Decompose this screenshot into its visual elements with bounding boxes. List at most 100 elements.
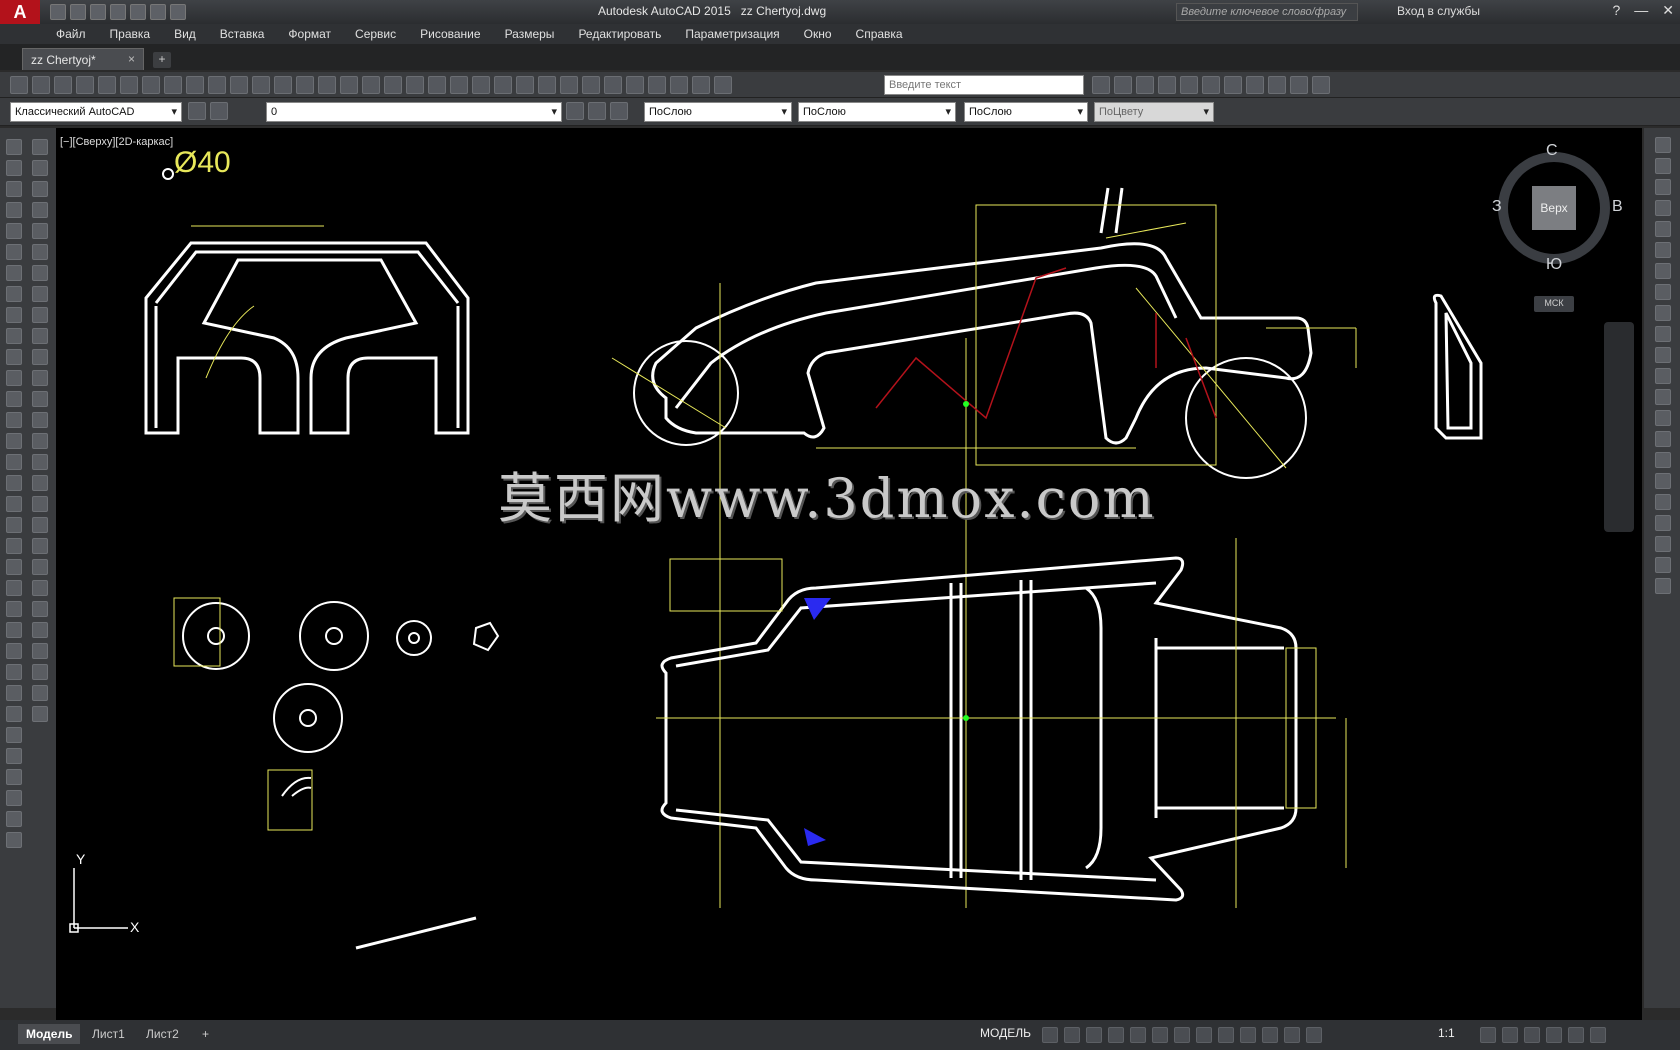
zoom-all-icon[interactable] bbox=[604, 76, 622, 94]
point-icon[interactable] bbox=[6, 391, 22, 407]
properties-icon[interactable] bbox=[406, 76, 424, 94]
offset-icon[interactable] bbox=[6, 580, 22, 596]
region-icon[interactable] bbox=[6, 454, 22, 470]
ungroup-icon[interactable] bbox=[32, 580, 48, 596]
trim-icon[interactable] bbox=[6, 706, 22, 722]
open-icon[interactable] bbox=[32, 76, 50, 94]
dim-jogged-icon[interactable] bbox=[1202, 76, 1220, 94]
save-icon[interactable] bbox=[54, 76, 72, 94]
close-window-icon[interactable]: ✕ bbox=[1662, 2, 1674, 19]
zoom-scale-icon[interactable] bbox=[648, 76, 666, 94]
dim-arc-length-icon[interactable] bbox=[1655, 179, 1671, 195]
splinedit-icon[interactable] bbox=[32, 685, 48, 701]
inspect-icon[interactable] bbox=[1655, 452, 1671, 468]
dim-ordinate-icon[interactable] bbox=[1655, 200, 1671, 216]
xref-icon[interactable] bbox=[32, 307, 48, 323]
explode-icon[interactable] bbox=[6, 832, 22, 848]
text-style-icon[interactable] bbox=[32, 181, 48, 197]
gradient-icon[interactable] bbox=[6, 433, 22, 449]
menu-view[interactable]: Вид bbox=[174, 27, 196, 41]
tab-model[interactable]: Модель bbox=[18, 1024, 81, 1044]
dim-diameter-icon[interactable] bbox=[1224, 76, 1242, 94]
annotation-visibility-icon[interactable] bbox=[1262, 1027, 1278, 1043]
new-file-icon[interactable] bbox=[50, 4, 66, 20]
spell-icon[interactable] bbox=[32, 496, 48, 512]
dim-baseline-icon[interactable] bbox=[1268, 76, 1286, 94]
hatchedit-icon[interactable] bbox=[32, 706, 48, 722]
redo-icon[interactable] bbox=[296, 76, 314, 94]
dim-linear-icon[interactable] bbox=[1092, 76, 1110, 94]
help-icon[interactable] bbox=[538, 76, 556, 94]
compass-south[interactable]: Ю bbox=[1546, 256, 1562, 274]
dim-angular-icon[interactable] bbox=[1246, 76, 1264, 94]
customization-icon[interactable] bbox=[1590, 1027, 1606, 1043]
workspace-settings-icon[interactable] bbox=[188, 102, 206, 120]
multiline-icon[interactable] bbox=[32, 223, 48, 239]
quick-select-icon[interactable] bbox=[32, 538, 48, 554]
measure-icon[interactable] bbox=[32, 391, 48, 407]
menu-format[interactable]: Формат bbox=[288, 27, 331, 41]
sheet-set-icon[interactable] bbox=[472, 76, 490, 94]
dim-ordinate-icon[interactable] bbox=[1158, 76, 1176, 94]
isolate-objects-icon[interactable] bbox=[1524, 1027, 1540, 1043]
dim-jogged-icon[interactable] bbox=[1655, 242, 1671, 258]
find-icon[interactable] bbox=[32, 517, 48, 533]
publish-icon[interactable] bbox=[120, 76, 138, 94]
pan-icon[interactable] bbox=[318, 76, 336, 94]
dim-space-icon[interactable] bbox=[1655, 368, 1671, 384]
dim-linear-icon[interactable] bbox=[1655, 137, 1671, 153]
mleader-icon[interactable] bbox=[1655, 578, 1671, 594]
zoom-center-icon[interactable] bbox=[670, 76, 688, 94]
menu-edit[interactable]: Правка bbox=[110, 27, 151, 41]
plotstyle-select[interactable]: ПоЦвету bbox=[1094, 102, 1214, 122]
zoom-in-icon[interactable] bbox=[560, 76, 578, 94]
layer-select[interactable]: 0 bbox=[266, 102, 562, 122]
erase-icon[interactable] bbox=[6, 517, 22, 533]
ellipse-icon[interactable] bbox=[6, 328, 22, 344]
object-snap-icon[interactable] bbox=[1174, 1027, 1190, 1043]
qnew-icon[interactable] bbox=[10, 76, 28, 94]
menu-dimension[interactable]: Размеры bbox=[505, 27, 555, 41]
model-space-button[interactable]: МОДЕЛЬ bbox=[980, 1026, 1031, 1040]
annotation-scale-value[interactable]: 1:1 bbox=[1438, 1026, 1455, 1040]
array-icon[interactable] bbox=[6, 601, 22, 617]
layer-properties-icon[interactable] bbox=[210, 102, 228, 120]
close-tab-icon[interactable]: × bbox=[128, 52, 135, 66]
menu-help[interactable]: Справка bbox=[856, 27, 903, 41]
center-mark-icon[interactable] bbox=[1655, 431, 1671, 447]
quick-dim-icon[interactable] bbox=[1655, 305, 1671, 321]
add-layout-button[interactable]: + bbox=[194, 1024, 217, 1044]
zoom-out-icon[interactable] bbox=[714, 76, 732, 94]
save-icon[interactable] bbox=[90, 4, 106, 20]
document-tab[interactable]: zz Chertyoj* × bbox=[22, 48, 144, 70]
ortho-icon[interactable] bbox=[1086, 1027, 1102, 1043]
minimize-icon[interactable]: — bbox=[1634, 2, 1648, 19]
field-icon[interactable] bbox=[32, 286, 48, 302]
color-select[interactable]: ПоСлою bbox=[644, 102, 792, 122]
break-icon[interactable] bbox=[6, 748, 22, 764]
tab-layout1[interactable]: Лист1 bbox=[84, 1024, 133, 1044]
object-snap-tracking-icon[interactable] bbox=[1152, 1027, 1168, 1043]
revcloud-icon[interactable] bbox=[6, 286, 22, 302]
navigation-bar[interactable] bbox=[1604, 322, 1634, 532]
3d-print-icon[interactable] bbox=[142, 76, 160, 94]
tolerance-icon[interactable] bbox=[1655, 410, 1671, 426]
boundary-icon[interactable] bbox=[32, 349, 48, 365]
id-point-icon[interactable] bbox=[32, 475, 48, 491]
block-editor-icon[interactable] bbox=[252, 76, 270, 94]
preview-icon[interactable] bbox=[98, 76, 116, 94]
menu-draw[interactable]: Рисование bbox=[420, 27, 480, 41]
scale-icon[interactable] bbox=[6, 664, 22, 680]
stretch-icon[interactable] bbox=[6, 685, 22, 701]
table-icon[interactable] bbox=[6, 475, 22, 491]
extend-icon[interactable] bbox=[6, 727, 22, 743]
workspace-switching-icon[interactable] bbox=[1480, 1027, 1496, 1043]
fillet-icon[interactable] bbox=[6, 811, 22, 827]
undo-icon[interactable] bbox=[150, 4, 166, 20]
lineweight-icon[interactable] bbox=[1196, 1027, 1212, 1043]
signin-button[interactable]: Вход в службы bbox=[1397, 4, 1480, 18]
dim-style-control-icon[interactable] bbox=[1655, 557, 1671, 573]
annotative-icon[interactable] bbox=[32, 202, 48, 218]
copy-object-icon[interactable] bbox=[6, 538, 22, 554]
leader-icon[interactable] bbox=[32, 160, 48, 176]
